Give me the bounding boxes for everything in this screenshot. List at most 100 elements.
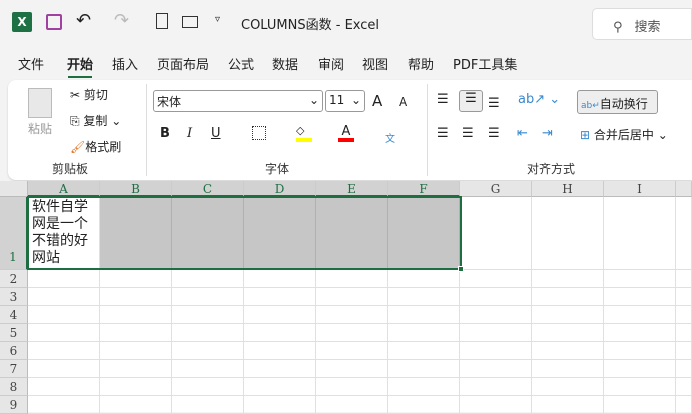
decrease-font-button[interactable]: A (399, 95, 407, 109)
cell[interactable] (244, 360, 316, 378)
decrease-indent-button[interactable]: ⇤ (517, 126, 528, 141)
wrap-text-button[interactable]: ab↵自动换行 (577, 90, 658, 114)
cell[interactable] (388, 396, 460, 414)
cell[interactable] (460, 360, 532, 378)
cell[interactable] (316, 342, 388, 360)
cell[interactable] (676, 324, 692, 342)
cell[interactable] (604, 360, 676, 378)
cell[interactable] (388, 306, 460, 324)
cell[interactable] (172, 396, 244, 414)
column-header[interactable]: B (100, 181, 172, 197)
row-header[interactable]: 9 (0, 396, 28, 414)
cell[interactable] (604, 197, 676, 270)
cut-button[interactable]: ✂ 剪切 (70, 86, 108, 103)
cell[interactable] (28, 342, 100, 360)
font-color-button[interactable]: A (338, 124, 354, 142)
cell[interactable] (532, 197, 604, 270)
cell[interactable] (388, 270, 460, 288)
cell[interactable] (388, 288, 460, 306)
cell[interactable] (316, 306, 388, 324)
column-header[interactable] (676, 181, 692, 197)
cell[interactable] (100, 360, 172, 378)
cell[interactable] (28, 378, 100, 396)
cell[interactable] (604, 378, 676, 396)
cell[interactable] (172, 324, 244, 342)
cell[interactable] (676, 378, 692, 396)
cell[interactable] (532, 270, 604, 288)
tab-8[interactable]: 帮助 (408, 54, 434, 73)
cell[interactable] (28, 306, 100, 324)
cell[interactable] (28, 396, 100, 414)
cell[interactable] (244, 288, 316, 306)
cell[interactable] (532, 378, 604, 396)
cell[interactable] (316, 378, 388, 396)
cell[interactable] (172, 270, 244, 288)
cell[interactable] (316, 360, 388, 378)
save-icon[interactable] (46, 14, 62, 30)
cell[interactable] (676, 197, 692, 270)
cell[interactable] (532, 360, 604, 378)
cell[interactable] (460, 270, 532, 288)
cell[interactable] (532, 396, 604, 414)
cell[interactable] (28, 288, 100, 306)
tab-0[interactable]: 文件 (18, 54, 44, 73)
row-header[interactable]: 8 (0, 378, 28, 396)
cell[interactable] (172, 288, 244, 306)
phonetic-button[interactable]: 文 (385, 130, 395, 145)
column-header[interactable]: C (172, 181, 244, 197)
cell[interactable] (28, 324, 100, 342)
cell[interactable] (172, 306, 244, 324)
tab-9[interactable]: PDF工具集 (453, 54, 517, 73)
cell[interactable] (100, 396, 172, 414)
cell[interactable] (604, 288, 676, 306)
column-header[interactable]: A (28, 181, 100, 197)
increase-indent-button[interactable]: ⇥ (542, 126, 553, 141)
cell[interactable] (28, 360, 100, 378)
cell[interactable] (100, 378, 172, 396)
cell[interactable] (244, 342, 316, 360)
column-header[interactable]: G (460, 181, 532, 197)
tab-5[interactable]: 数据 (272, 54, 298, 73)
cell[interactable] (676, 270, 692, 288)
cell[interactable] (460, 288, 532, 306)
tab-2[interactable]: 插入 (112, 54, 138, 73)
search-box[interactable]: ⚲ 搜索 (592, 8, 692, 40)
cell[interactable] (388, 360, 460, 378)
middle-align-button[interactable]: ☰ (459, 90, 483, 112)
left-align-button[interactable]: ☰ (437, 126, 449, 141)
fill-handle[interactable] (458, 266, 464, 272)
cell[interactable] (172, 360, 244, 378)
cell[interactable] (532, 288, 604, 306)
cell[interactable] (244, 378, 316, 396)
tab-4[interactable]: 公式 (228, 54, 254, 73)
cell[interactable] (676, 342, 692, 360)
open-folder-icon[interactable] (182, 16, 198, 28)
new-file-icon[interactable] (156, 13, 168, 29)
fill-color-button[interactable]: ◇ (296, 124, 312, 142)
column-header[interactable]: I (604, 181, 676, 197)
column-header[interactable]: H (532, 181, 604, 197)
tab-6[interactable]: 审阅 (318, 54, 344, 73)
increase-font-button[interactable]: A (372, 92, 382, 110)
cell[interactable] (460, 306, 532, 324)
cell[interactable] (100, 324, 172, 342)
undo-icon[interactable]: ↶ (76, 10, 91, 31)
cell[interactable] (388, 342, 460, 360)
cell[interactable] (100, 288, 172, 306)
row-header[interactable]: 5 (0, 324, 28, 342)
row-header[interactable]: 7 (0, 360, 28, 378)
column-header[interactable]: E (316, 181, 388, 197)
cell[interactable] (532, 324, 604, 342)
cell[interactable] (676, 396, 692, 414)
font-name-select[interactable]: 宋体 ⌄ (153, 90, 323, 112)
underline-button[interactable]: U (211, 126, 221, 141)
cell[interactable] (100, 342, 172, 360)
cell[interactable] (604, 270, 676, 288)
cell[interactable] (316, 270, 388, 288)
cell[interactable] (460, 396, 532, 414)
paste-icon[interactable] (28, 88, 52, 118)
cell[interactable] (244, 396, 316, 414)
cell[interactable] (460, 378, 532, 396)
cell[interactable] (604, 396, 676, 414)
cell[interactable] (316, 288, 388, 306)
